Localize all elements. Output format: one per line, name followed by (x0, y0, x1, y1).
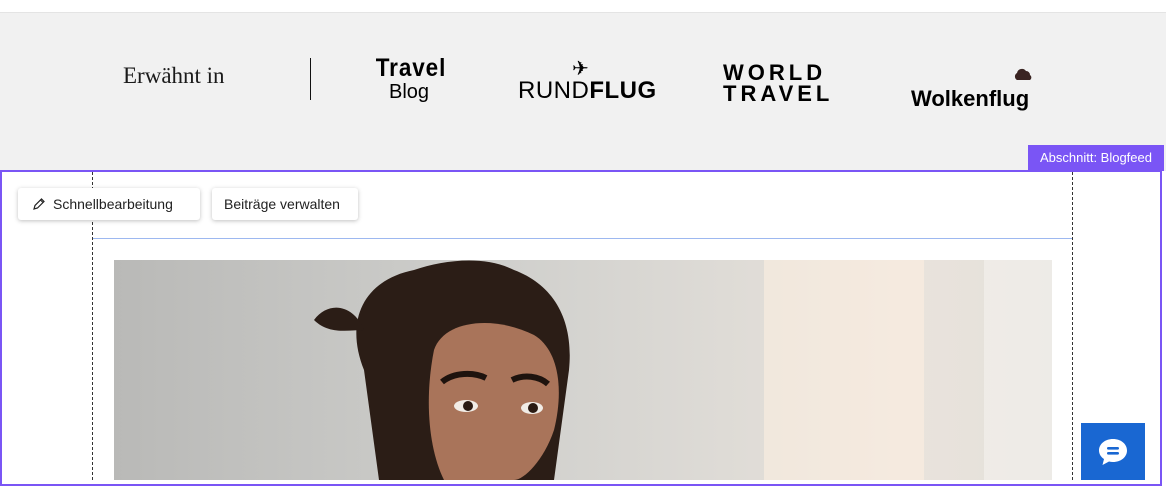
pencil-icon (33, 198, 45, 210)
rundflug-logo-bold: FLUG (589, 77, 657, 104)
manage-posts-button[interactable]: Beiträge verwalten (212, 188, 358, 220)
world-travel-logo-line2: TRAVEL (723, 81, 834, 106)
world-travel-logo: WORLD TRAVEL (723, 60, 834, 106)
quick-edit-button[interactable]: Schnellbearbeitung (18, 188, 200, 220)
rundflug-logo: RUNDFLUG (518, 77, 657, 105)
blog-post-cover-image[interactable] (114, 260, 1052, 480)
travel-blog-logo-line2: Blog (389, 81, 430, 103)
chat-icon (1099, 438, 1127, 465)
travel-blog-logo-line1: Travel (375, 54, 447, 82)
mentions-divider (310, 58, 311, 100)
mentions-strip: Erwähnt in Travel Blog ✈ RUNDFLUG WORLD … (0, 13, 1166, 171)
wolkenflug-logo: Wolkenflug (911, 86, 1030, 111)
layout-guide-horizontal (93, 238, 1072, 239)
rundflug-logo-thin: RUND (518, 77, 590, 104)
manage-posts-label: Beiträge verwalten (224, 196, 340, 212)
portrait-illustration (314, 260, 570, 480)
layout-guide-right (1072, 172, 1073, 480)
chat-button[interactable] (1081, 423, 1145, 480)
world-travel-logo-line1: WORLD (723, 60, 827, 85)
top-strip (0, 0, 1166, 13)
travel-blog-logo: Travel Blog (371, 55, 451, 103)
mentions-title: Erwähnt in (123, 63, 225, 88)
section-label-badge[interactable]: Abschnitt: Blogfeed (1027, 145, 1164, 171)
quick-edit-label: Schnellbearbeitung (53, 196, 173, 212)
cloud-icon (1014, 68, 1032, 80)
